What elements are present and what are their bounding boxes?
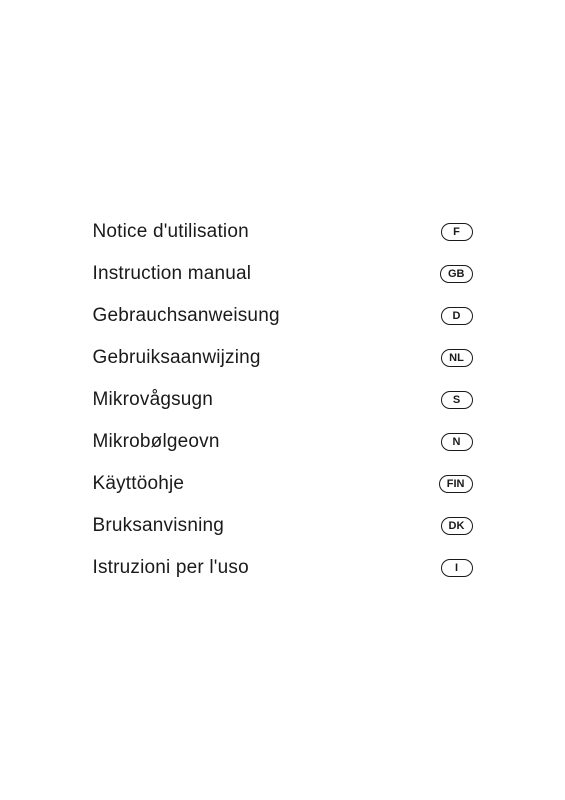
language-badge: GB [440,265,473,283]
manual-label: Gebruiksaanwijzing [93,347,261,369]
manual-label: Mikrovågsugn [93,389,214,411]
language-badge: FIN [439,475,473,493]
language-badge: F [441,223,473,241]
language-badge: DK [441,517,473,535]
manual-label: Notice d'utilisation [93,221,249,243]
language-badge: I [441,559,473,577]
manual-row: Notice d'utilisation F [93,211,473,253]
manual-row: Käyttöohje FIN [93,463,473,505]
manual-label: Mikrobølgeovn [93,431,220,453]
manual-row: Mikrovågsugn S [93,379,473,421]
manual-row: Instruction manual GB [93,253,473,295]
language-badge: NL [441,349,473,367]
manual-row: Mikrobølgeovn N [93,421,473,463]
language-badge: D [441,307,473,325]
manual-label: Istruzioni per l'uso [93,557,249,579]
manual-label: Käyttöohje [93,473,185,495]
manual-row: Istruzioni per l'uso I [93,547,473,589]
language-badge: N [441,433,473,451]
manual-label: Bruksanvisning [93,515,225,537]
manual-list: Notice d'utilisation F Instruction manual G… [93,211,473,589]
language-badge: S [441,391,473,409]
manual-row: Bruksanvisning DK [93,505,473,547]
manual-row: Gebruiksaanwijzing NL [93,337,473,379]
manual-label: Gebrauchsanweisung [93,305,280,327]
manual-label: Instruction manual [93,263,252,285]
manual-row: Gebrauchsanweisung D [93,295,473,337]
